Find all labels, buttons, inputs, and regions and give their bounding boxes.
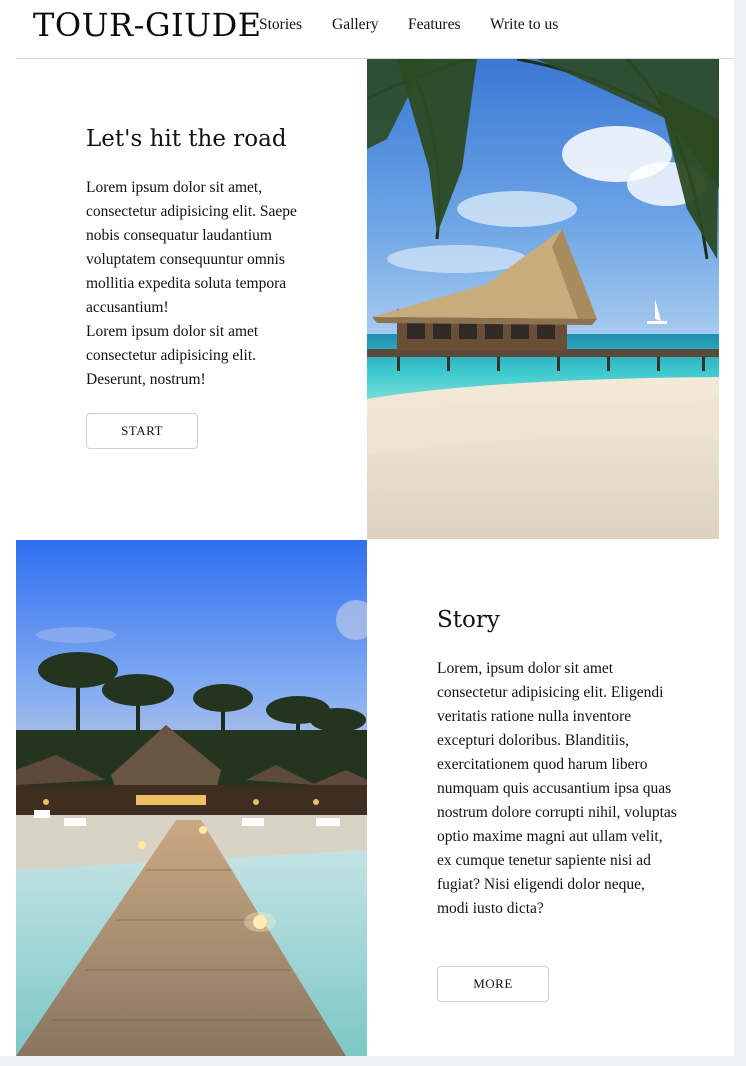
navbar: TOUR-GIUDE Stories Gallery Features Writ… xyxy=(16,0,734,59)
logo[interactable]: TOUR-GIUDE xyxy=(33,6,262,44)
resort-boardwalk-image xyxy=(16,540,367,1056)
nav-link-write-to-us[interactable]: Write to us xyxy=(490,16,558,34)
more-button[interactable]: MORE xyxy=(437,966,549,1002)
story-body: Lorem, ipsum dolor sit amet consectetur … xyxy=(437,660,677,917)
story-text: Story Lorem, ipsum dolor sit amet consec… xyxy=(437,607,677,921)
hero-body: Lorem ipsum dolor sit amet, consectetur … xyxy=(86,179,297,388)
resort-boardwalk-photo xyxy=(16,540,367,1056)
hero-text: Let's hit the road Lorem ipsum dolor sit… xyxy=(86,126,306,392)
hero-title: Let's hit the road xyxy=(86,126,287,152)
beach-hut-photo xyxy=(367,59,719,539)
nav-link-gallery[interactable]: Gallery xyxy=(332,16,378,34)
scrollbar-track[interactable] xyxy=(734,0,746,1066)
page: TOUR-GIUDE Stories Gallery Features Writ… xyxy=(0,0,734,1056)
story-title: Story xyxy=(437,607,500,633)
beach-hut-image xyxy=(367,59,719,539)
start-button[interactable]: START xyxy=(86,413,198,449)
nav-link-stories[interactable]: Stories xyxy=(259,16,302,34)
nav-link-features[interactable]: Features xyxy=(408,16,461,34)
